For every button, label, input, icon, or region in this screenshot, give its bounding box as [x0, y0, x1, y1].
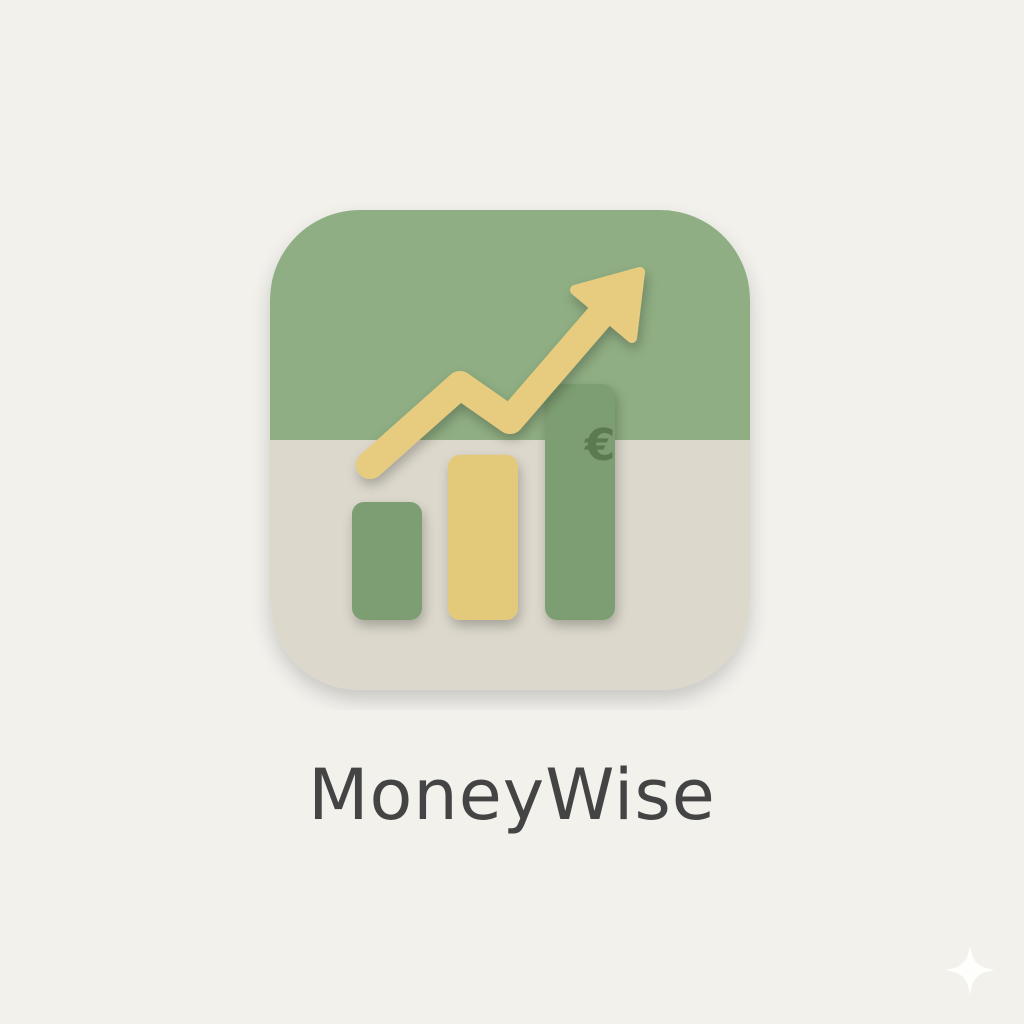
app-name: MoneyWise: [308, 754, 716, 836]
sparkle-icon: [944, 944, 996, 996]
app-icon[interactable]: €: [250, 190, 770, 710]
app-showcase: € MoneyWise: [0, 0, 1024, 1024]
euro-icon: €: [584, 420, 616, 471]
chart-bar-2: [448, 454, 518, 620]
chart-bar-1: [352, 502, 422, 620]
